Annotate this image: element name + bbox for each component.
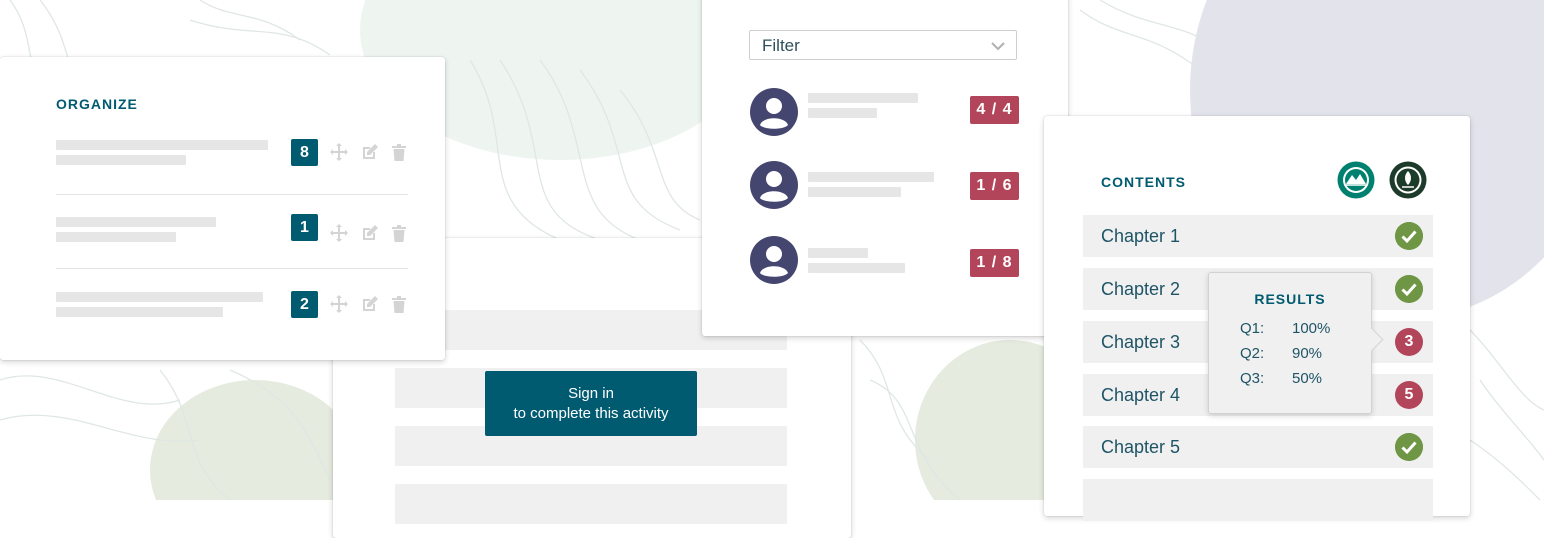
chapter-name: Chapter 4 <box>1101 385 1181 405</box>
attempts-badge: 5 <box>1395 381 1423 409</box>
university-seal-icon <box>1389 161 1427 199</box>
result-row: Q2: 90% <box>1240 345 1322 362</box>
placeholder-line <box>808 248 868 258</box>
trash-icon[interactable] <box>389 142 409 162</box>
filter-label: Filter <box>762 36 800 55</box>
contents-title: CONTENTS <box>1101 174 1186 190</box>
placeholder-line <box>808 187 901 197</box>
score-badge: 1 / 8 <box>970 249 1019 277</box>
edit-icon[interactable] <box>360 142 380 162</box>
chapter-item-placeholder <box>1083 479 1433 521</box>
score-badge: 1 / 6 <box>970 172 1019 200</box>
chapter-item[interactable]: Chapter 1 <box>1083 215 1433 257</box>
score-badge: 4 / 4 <box>970 96 1019 124</box>
question-score: 50% <box>1292 370 1323 387</box>
results-popover: RESULTS Q1: 100% Q2: 90% Q3: 50% <box>1208 272 1384 414</box>
placeholder-line <box>808 93 918 103</box>
bg-blob-sage-left <box>150 380 360 500</box>
placeholder-line <box>56 217 216 227</box>
result-row: Q1: 100% <box>1240 320 1330 337</box>
divider <box>56 268 408 269</box>
placeholder-line <box>808 108 877 118</box>
question-score: 100% <box>1292 320 1331 337</box>
edit-icon[interactable] <box>360 294 380 314</box>
user-row[interactable]: 4 / 4 <box>749 87 1019 137</box>
sign-in-button[interactable]: Sign in to complete this activity <box>485 371 697 436</box>
sign-in-sublabel: to complete this activity <box>513 404 669 422</box>
sign-in-label: Sign in <box>568 384 614 402</box>
filter-dropdown[interactable]: Filter <box>749 30 1017 60</box>
institution-logo-teal-icon <box>1337 161 1375 199</box>
question-score: 90% <box>1292 345 1323 362</box>
divider <box>56 194 408 195</box>
edit-icon[interactable] <box>360 223 380 243</box>
order-badge: 2 <box>291 291 318 318</box>
check-icon <box>1395 433 1423 461</box>
chapter-name: Chapter 5 <box>1101 437 1181 457</box>
trash-icon[interactable] <box>389 223 409 243</box>
order-badge: 8 <box>291 139 318 166</box>
question-label: Q1: <box>1240 320 1265 337</box>
placeholder-line <box>808 263 905 273</box>
question-label: Q2: <box>1240 345 1265 362</box>
trash-icon[interactable] <box>389 294 409 314</box>
user-row[interactable]: 1 / 6 <box>749 160 1019 210</box>
move-icon[interactable] <box>329 223 349 243</box>
user-avatar-icon <box>750 88 798 136</box>
organize-item[interactable]: 8 <box>56 135 408 195</box>
user-avatar-icon <box>750 161 798 209</box>
attempts-badge: 3 <box>1395 328 1423 356</box>
organize-item[interactable]: 1 <box>56 212 408 272</box>
filter-card: Filter 4 / 4 1 / 6 1 / 8 <box>702 0 1068 336</box>
results-title: RESULTS <box>1254 291 1326 307</box>
chevron-down-icon <box>991 42 1005 51</box>
organize-card: ORGANIZE 8 1 2 <box>0 57 445 360</box>
move-icon[interactable] <box>329 142 349 162</box>
placeholder-line <box>56 307 223 317</box>
placeholder-line <box>56 140 268 150</box>
chapter-name: Chapter 2 <box>1101 279 1181 299</box>
chapter-item[interactable]: Chapter 5 <box>1083 426 1433 468</box>
organize-item[interactable]: 2 <box>56 285 408 345</box>
order-badge: 1 <box>291 214 318 241</box>
chapter-name: Chapter 3 <box>1101 332 1181 352</box>
question-label: Q3: <box>1240 370 1265 387</box>
move-icon[interactable] <box>329 294 349 314</box>
user-row[interactable]: 1 / 8 <box>749 235 1019 285</box>
check-icon <box>1395 275 1423 303</box>
organize-title: ORGANIZE <box>56 96 138 112</box>
placeholder-line <box>56 155 186 165</box>
placeholder-line <box>808 172 934 182</box>
user-avatar-icon <box>750 236 798 284</box>
result-row: Q3: 50% <box>1240 370 1322 387</box>
placeholder-bar <box>395 484 787 524</box>
chapter-name: Chapter 1 <box>1101 226 1181 246</box>
check-icon <box>1395 222 1423 250</box>
placeholder-line <box>56 232 176 242</box>
placeholder-line <box>56 292 263 302</box>
